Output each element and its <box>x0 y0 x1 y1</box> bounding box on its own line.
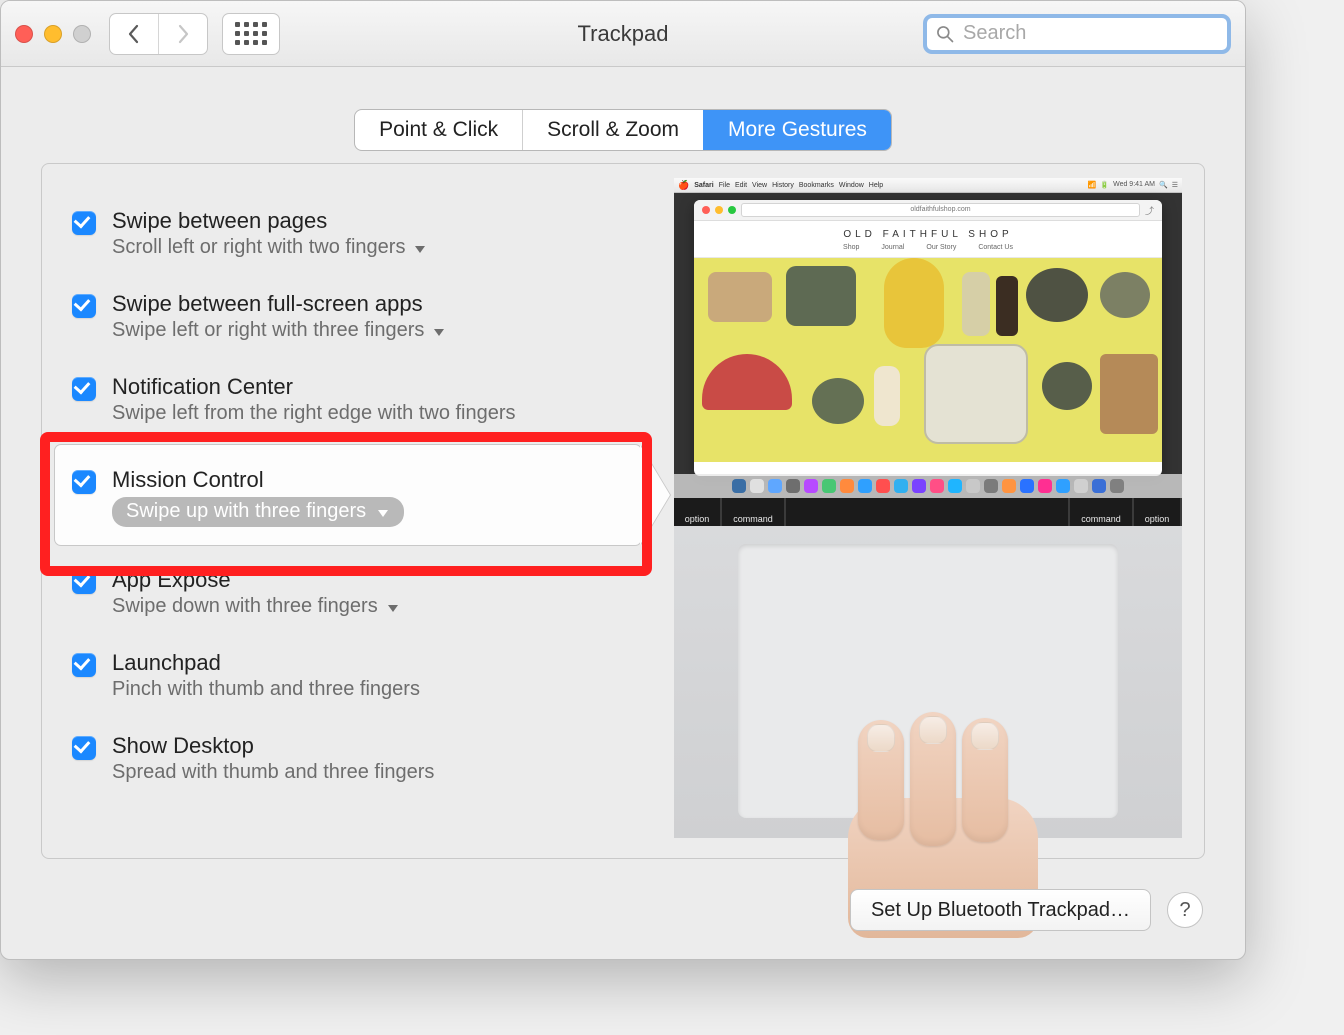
option-subtitle-dropdown[interactable]: Swipe down with three fingers <box>112 595 398 618</box>
close-window-button[interactable] <box>15 25 33 43</box>
option-title: Swipe between full-screen apps <box>112 291 444 317</box>
option-launchpad: Launchpad Pinch with thumb and three fin… <box>72 640 632 723</box>
setup-bluetooth-trackpad-button[interactable]: Set Up Bluetooth Trackpad… <box>850 889 1151 931</box>
option-subtitle-dropdown[interactable]: Swipe up with three fingers <box>112 497 404 527</box>
chevron-down-icon <box>434 329 444 336</box>
option-title: Mission Control <box>112 467 404 493</box>
nav-history-group <box>109 13 208 55</box>
back-button[interactable] <box>110 14 158 54</box>
tab-scroll-zoom[interactable]: Scroll & Zoom <box>522 110 703 150</box>
search-input[interactable] <box>961 21 1219 46</box>
chevron-left-icon <box>126 24 142 44</box>
checkbox-launchpad[interactable] <box>72 653 96 677</box>
key-option-right: option <box>1134 498 1182 526</box>
chevron-right-icon <box>175 24 191 44</box>
preferences-window: Trackpad Point & Click Scroll & Zoom Mor… <box>0 0 1246 960</box>
preview-site-nav: Shop Journal Our Story Contact Us <box>694 244 1162 258</box>
grid-icon <box>235 22 267 45</box>
key-option-left: option <box>674 498 722 526</box>
option-subtitle-dropdown[interactable]: Swipe left or right with three fingers <box>112 319 444 342</box>
checkbox-swipe-pages[interactable] <box>72 211 96 235</box>
footer: Set Up Bluetooth Trackpad… ? <box>850 889 1203 931</box>
forward-button[interactable] <box>158 14 207 54</box>
help-button[interactable]: ? <box>1167 892 1203 928</box>
checkbox-swipe-apps[interactable] <box>72 294 96 318</box>
option-swipe-apps: Swipe between full-screen apps Swipe lef… <box>72 281 632 364</box>
gesture-options: Swipe between pages Scroll left or right… <box>72 198 632 806</box>
preview-browser-window: oldfaithfulshop.com ⤴︎ OLD FAITHFUL SHOP… <box>694 200 1162 476</box>
option-app-expose: App Exposé Swipe down with three fingers <box>72 557 632 640</box>
preview-menubar: 🍎 Safari File Edit View History Bookmark… <box>674 178 1182 193</box>
preview-site-body <box>694 258 1162 462</box>
window-controls <box>15 25 91 43</box>
preview-dock <box>674 474 1182 498</box>
preview-keyboard-row: option command command option <box>674 498 1182 526</box>
checkbox-app-expose[interactable] <box>72 570 96 594</box>
content-area: Point & Click Scroll & Zoom More Gesture… <box>1 67 1245 959</box>
preview-browser-chrome: oldfaithfulshop.com ⤴︎ <box>694 200 1162 221</box>
preview-trackpad-body <box>674 526 1182 838</box>
checkbox-show-desktop[interactable] <box>72 736 96 760</box>
tab-bar: Point & Click Scroll & Zoom More Gesture… <box>354 109 892 151</box>
option-mission-control: Mission Control Swipe up with three fing… <box>72 447 632 557</box>
preview-screen: 🍎 Safari File Edit View History Bookmark… <box>674 178 1182 498</box>
key-command-right: command <box>1070 498 1134 526</box>
option-notification-center: Notification Center Swipe left from the … <box>72 364 632 447</box>
option-swipe-pages: Swipe between pages Scroll left or right… <box>72 198 632 281</box>
minimize-window-button[interactable] <box>44 25 62 43</box>
zoom-window-button[interactable] <box>73 25 91 43</box>
option-title: App Exposé <box>112 567 398 593</box>
option-title: Notification Center <box>112 374 516 400</box>
search-field-wrap[interactable] <box>923 14 1231 54</box>
option-subtitle: Swipe left from the right edge with two … <box>112 402 516 425</box>
option-subtitle: Pinch with thumb and three fingers <box>112 678 420 701</box>
search-icon <box>935 24 955 44</box>
tab-more-gestures[interactable]: More Gestures <box>703 110 891 150</box>
chevron-down-icon <box>388 605 398 612</box>
titlebar: Trackpad <box>1 1 1245 67</box>
chevron-down-icon <box>415 246 425 253</box>
settings-pane: Swipe between pages Scroll left or right… <box>41 163 1205 859</box>
gesture-preview: 🍎 Safari File Edit View History Bookmark… <box>674 178 1182 838</box>
checkbox-notification-center[interactable] <box>72 377 96 401</box>
preview-site-title: OLD FAITHFUL SHOP <box>694 221 1162 244</box>
option-title: Swipe between pages <box>112 208 425 234</box>
option-title: Launchpad <box>112 650 420 676</box>
tabs-wrap: Point & Click Scroll & Zoom More Gesture… <box>1 67 1245 151</box>
option-title: Show Desktop <box>112 733 434 759</box>
show-all-button[interactable] <box>222 13 280 55</box>
preview-hand <box>834 712 1074 912</box>
tab-point-click[interactable]: Point & Click <box>355 110 522 150</box>
option-subtitle-dropdown[interactable]: Scroll left or right with two fingers <box>112 236 425 259</box>
key-spacebar <box>786 498 1070 526</box>
option-show-desktop: Show Desktop Spread with thumb and three… <box>72 723 632 806</box>
option-subtitle: Spread with thumb and three fingers <box>112 761 434 784</box>
key-command-left: command <box>722 498 786 526</box>
checkbox-mission-control[interactable] <box>72 470 96 494</box>
chevron-down-icon <box>378 510 388 517</box>
